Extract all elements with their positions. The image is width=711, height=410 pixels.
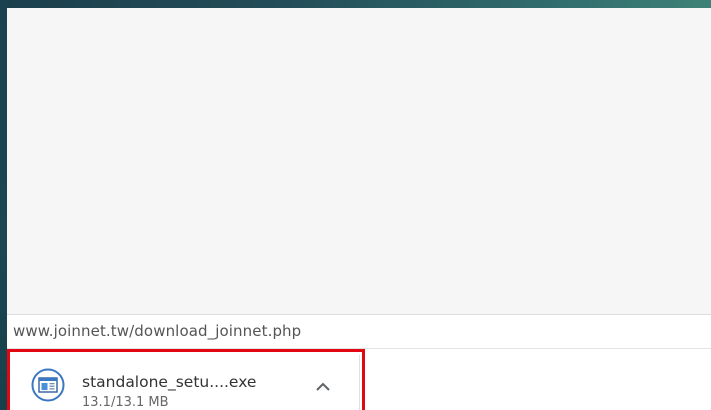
download-progress-text: 13.1/13.1 MB [82, 395, 169, 410]
chevron-up-icon [316, 382, 330, 391]
installer-window-icon [31, 368, 65, 402]
download-shelf: standalone_setu....exe 13.1/13.1 MB [7, 348, 711, 410]
download-item[interactable]: standalone_setu....exe 13.1/13.1 MB [7, 349, 365, 410]
browser-window: www.joinnet.tw/download_joinnet.php stan… [7, 8, 711, 410]
download-item-divider [359, 355, 360, 410]
download-menu-button[interactable] [306, 370, 340, 404]
download-file-name: standalone_setu....exe [82, 373, 257, 391]
page-content-area [7, 8, 711, 314]
status-url: www.joinnet.tw/download_joinnet.php [13, 322, 302, 340]
desktop-background-edge [0, 0, 7, 410]
status-bar: www.joinnet.tw/download_joinnet.php [7, 314, 711, 348]
